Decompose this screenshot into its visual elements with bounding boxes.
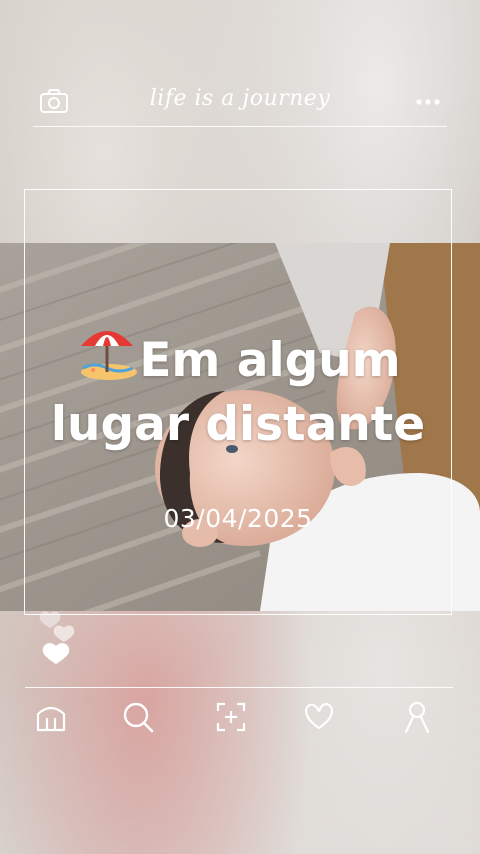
search-icon[interactable]	[121, 700, 155, 734]
headline-line-1: Em algum	[24, 322, 452, 393]
home-icon[interactable]	[34, 700, 68, 734]
bottom-nav-divider	[25, 687, 453, 688]
post-date: 03/04/2025	[163, 504, 313, 533]
add-post-icon[interactable]	[214, 700, 248, 734]
profile-icon[interactable]	[400, 700, 434, 734]
floating-hearts-icon[interactable]	[36, 610, 82, 672]
headline-line-2: lugar distante	[50, 397, 426, 452]
more-dots-icon[interactable]	[415, 92, 441, 112]
beach-umbrella-emoji-icon	[81, 331, 138, 380]
post-headline: Em algum lugar distante	[24, 322, 452, 457]
heart-icon[interactable]	[302, 700, 336, 734]
app-title: life is a journey	[149, 86, 331, 111]
top-bar: life is a journey	[33, 78, 447, 127]
